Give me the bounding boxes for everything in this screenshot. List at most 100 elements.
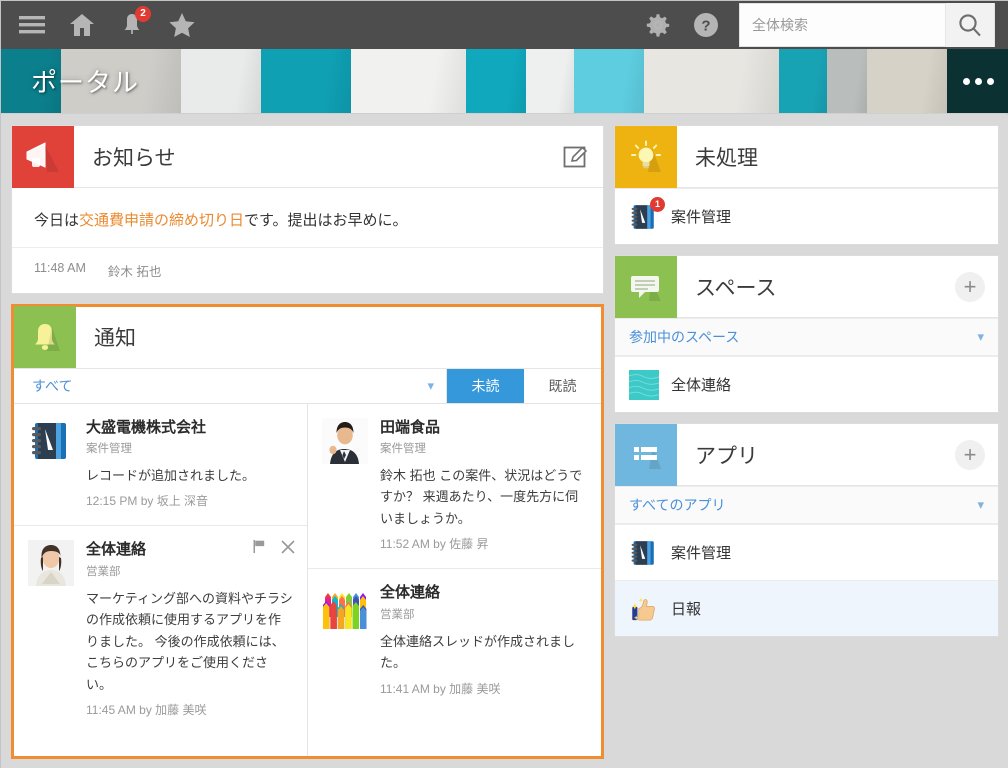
menu-icon[interactable] xyxy=(17,10,47,40)
spaces-title: スペース xyxy=(677,272,942,302)
banner-slice xyxy=(526,49,574,113)
list-item[interactable]: 1 案件管理 xyxy=(615,188,998,244)
pending-title: 未処理 xyxy=(677,142,998,172)
notification-item-subtitle: 営業部 xyxy=(86,563,293,579)
notification-body: 大盛電機株式会社案件管理レコードが追加されました。12:15 PM by 坂上 … xyxy=(86,418,293,510)
list-item[interactable]: 案件管理 xyxy=(615,524,998,580)
notification-item-meta: 11:41 AM by 加藤 美咲 xyxy=(380,680,587,697)
app-list-icon xyxy=(615,424,677,486)
apps-list: 案件管理日報 xyxy=(615,524,998,636)
notification-portlet[interactable]: 通知 すべて ▾ 未読 既読 大盛電機株式会社案件管理レコードが追加されました。… xyxy=(11,304,604,760)
spaces-subheader[interactable]: 参加中のスペース ▾ xyxy=(615,318,998,356)
banner-slice xyxy=(827,49,867,113)
spaces-list: 全体連絡 xyxy=(615,356,998,412)
notification-body: 全体連絡営業部全体連絡スレッドが作成されました。11:41 AM by 加藤 美… xyxy=(380,583,587,696)
notification-item-title: 田端食品 xyxy=(380,418,587,438)
bell-badge: 2 xyxy=(135,6,151,22)
announcement-title: お知らせ xyxy=(74,142,547,172)
chevron-down-icon: ▾ xyxy=(977,329,984,345)
close-icon[interactable] xyxy=(281,540,295,559)
list-item[interactable]: 日報 xyxy=(615,580,998,636)
list-item[interactable]: 全体連絡 xyxy=(615,356,998,412)
flag-icon[interactable] xyxy=(252,539,267,559)
notification-item-text: 鈴木 拓也 この案件、状況はどうですか？ 来週あたり、一度先方に伺いましょうか。 xyxy=(380,465,587,529)
star-icon[interactable] xyxy=(167,10,197,40)
apps-subheader[interactable]: すべてのアプリ ▾ xyxy=(615,486,998,524)
notification-item-subtitle: 案件管理 xyxy=(86,440,293,456)
bell-icon xyxy=(14,306,76,368)
banner-more-menu-icon[interactable] xyxy=(947,49,1008,114)
help-icon[interactable]: ? xyxy=(691,10,721,40)
list-item-label: 案件管理 xyxy=(671,542,731,563)
notebook-icon xyxy=(28,418,74,464)
pending-list: 1 案件管理 xyxy=(615,188,998,244)
banner-slice xyxy=(644,49,779,113)
notification-item[interactable]: 田端食品案件管理鈴木 拓也 この案件、状況はどうですか？ 来週あたり、一度先方に… xyxy=(308,404,601,570)
tab-read[interactable]: 既読 xyxy=(524,369,601,403)
announcement-footer: 11:48 AM 鈴木 拓也 xyxy=(12,247,603,293)
notification-body: 全体連絡営業部マーケティング部への資料やチラシの作成依頼に使用するアプリを作りま… xyxy=(86,540,293,718)
notification-item[interactable]: 全体連絡営業部マーケティング部への資料やチラシの作成依頼に使用するアプリを作りま… xyxy=(14,526,307,734)
announcement-edit-icon[interactable] xyxy=(547,126,603,188)
woman-photo xyxy=(28,540,74,586)
home-icon[interactable] xyxy=(67,10,97,40)
apps-portlet: アプリ + すべてのアプリ ▾ 案件管理日報 xyxy=(614,423,999,637)
notification-item[interactable]: 全体連絡営業部全体連絡スレッドが作成されました。11:41 AM by 加藤 美… xyxy=(308,569,601,712)
portal-banner: ポータル xyxy=(1,49,1008,114)
banner-slice xyxy=(261,49,351,113)
spaces-portlet: スペース + 参加中のスペース ▾ 全体連絡 xyxy=(614,255,999,413)
list-item-label: 案件管理 xyxy=(671,206,731,227)
plus-icon: + xyxy=(955,272,985,302)
top-left-icons: 2 xyxy=(1,10,197,40)
bell-icon[interactable]: 2 xyxy=(117,10,147,40)
water-thumb xyxy=(629,370,659,400)
pencils-photo xyxy=(322,583,368,629)
right-column: 未処理 1 案件管理 xyxy=(614,125,999,759)
chevron-down-icon: ▾ xyxy=(977,497,984,513)
left-column: お知らせ 今日は交通費申請の締め切り日です。提出はお早めに。 11:48 AM … xyxy=(11,125,604,759)
notification-column-right: 田端食品案件管理鈴木 拓也 この案件、状況はどうですか？ 来週あたり、一度先方に… xyxy=(308,404,601,757)
list-item-label: 全体連絡 xyxy=(671,374,731,395)
notification-item-meta: 11:45 AM by 加藤 美咲 xyxy=(86,701,293,718)
gear-icon[interactable] xyxy=(643,10,673,40)
search-button[interactable] xyxy=(945,3,994,47)
notification-item-meta: 12:15 PM by 坂上 深音 xyxy=(86,492,293,509)
notification-filter-select[interactable]: すべて ▾ xyxy=(14,369,447,403)
notification-filter-bar: すべて ▾ 未読 既読 xyxy=(14,369,601,404)
tab-unread[interactable]: 未読 xyxy=(447,369,524,403)
chevron-down-icon: ▾ xyxy=(427,378,434,394)
announcement-text-suffix: です。提出はお早めに。 xyxy=(244,212,408,229)
announcement-text-prefix: 今日は xyxy=(34,212,79,229)
notification-item-title: 大盛電機株式会社 xyxy=(86,418,293,438)
global-search xyxy=(739,3,995,47)
notification-item-meta: 11:52 AM by 佐藤 昇 xyxy=(380,535,587,552)
notification-item-title: 全体連絡 xyxy=(380,583,587,603)
notification-item[interactable]: 大盛電機株式会社案件管理レコードが追加されました。12:15 PM by 坂上 … xyxy=(14,404,307,527)
notification-header: 通知 xyxy=(14,307,601,369)
apps-header: アプリ + xyxy=(615,424,998,486)
pending-header: 未処理 xyxy=(615,126,998,188)
thumbsup-icon xyxy=(629,594,659,624)
apps-add-button[interactable]: + xyxy=(942,424,998,486)
top-navigation-bar: 2 ? xyxy=(1,1,1008,49)
banner-slice xyxy=(466,49,526,113)
plus-icon: + xyxy=(955,440,985,470)
banner-slice xyxy=(351,49,466,113)
spaces-add-button[interactable]: + xyxy=(942,256,998,318)
portal-content: お知らせ 今日は交通費申請の締め切り日です。提出はお早めに。 11:48 AM … xyxy=(1,115,1008,768)
search-input[interactable] xyxy=(740,4,945,46)
notification-item-subtitle: 案件管理 xyxy=(380,440,587,456)
notification-item-subtitle: 営業部 xyxy=(380,606,587,622)
pending-portlet: 未処理 1 案件管理 xyxy=(614,125,999,245)
lightbulb-icon xyxy=(615,126,677,188)
unread-badge: 1 xyxy=(650,197,665,212)
apps-subheader-label: すべてのアプリ xyxy=(629,495,725,515)
announcement-time: 11:48 AM xyxy=(34,261,86,280)
notebook-icon xyxy=(629,538,659,568)
notebook-icon: 1 xyxy=(629,202,659,232)
notification-filter-label: すべて xyxy=(32,376,72,396)
announcement-link[interactable]: 交通費申請の締め切り日 xyxy=(79,212,244,229)
notification-title: 通知 xyxy=(76,322,601,352)
notification-item-tools xyxy=(252,539,295,559)
notification-columns: 大盛電機株式会社案件管理レコードが追加されました。12:15 PM by 坂上 … xyxy=(14,404,601,757)
